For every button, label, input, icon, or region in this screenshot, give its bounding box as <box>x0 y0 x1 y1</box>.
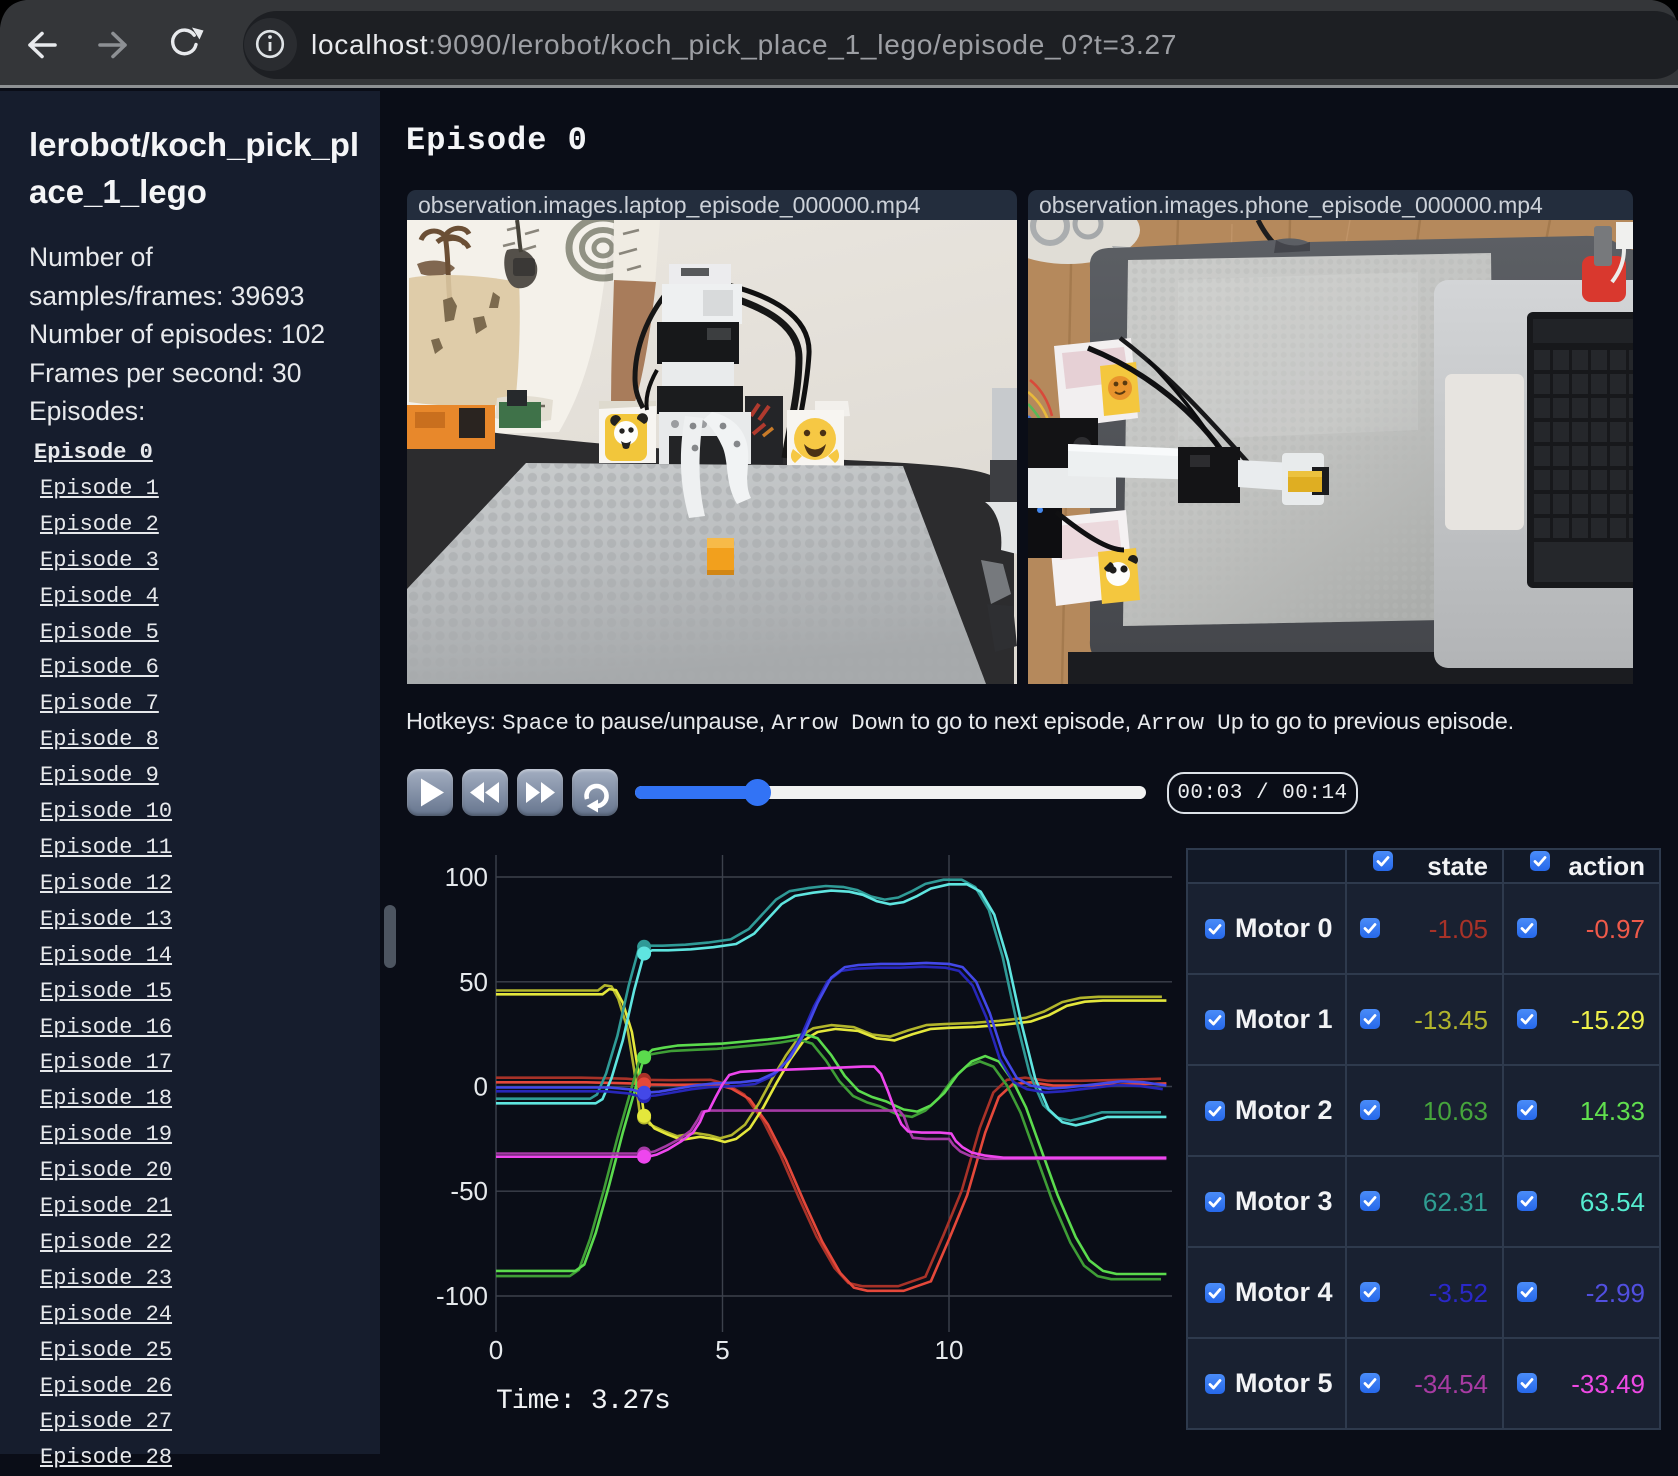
svg-text:50: 50 <box>459 967 488 997</box>
svg-text:0: 0 <box>489 1335 503 1365</box>
svg-text:0: 0 <box>474 1072 488 1102</box>
svg-text:10: 10 <box>935 1335 964 1365</box>
svg-text:-50: -50 <box>450 1176 488 1206</box>
svg-text:100: 100 <box>445 862 488 892</box>
svg-text:-100: -100 <box>436 1281 488 1311</box>
svg-text:5: 5 <box>715 1335 729 1365</box>
